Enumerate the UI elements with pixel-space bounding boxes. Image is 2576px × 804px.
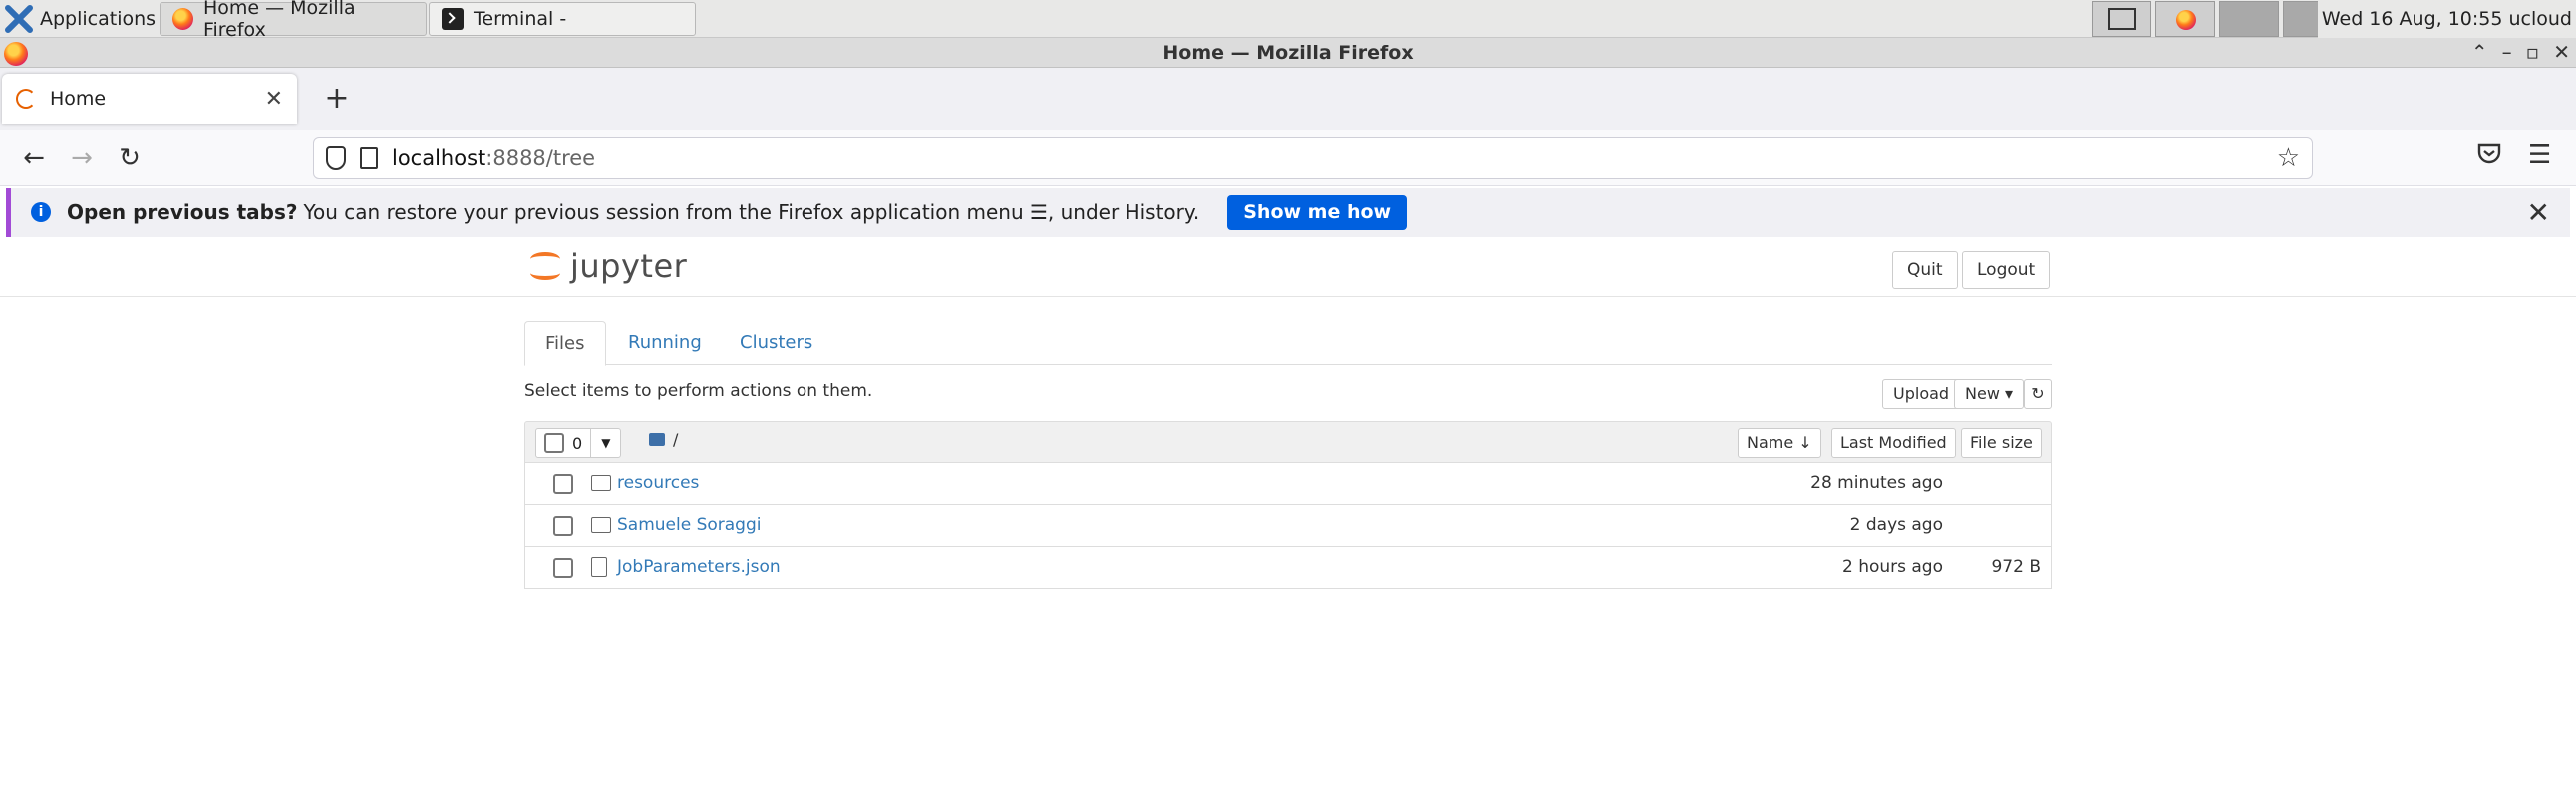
tab-files[interactable]: Files — [524, 321, 606, 366]
taskbar-item-label: Terminal - — [474, 8, 567, 30]
select-all-checkbox[interactable]: 0 — [536, 429, 590, 457]
item-checkbox[interactable] — [553, 474, 573, 494]
folder-icon — [591, 517, 611, 533]
tab-label: Home — [50, 88, 107, 110]
file-list-header: 0 ▼ / Name ↓ Last Modified File size — [524, 421, 2052, 463]
selected-count: 0 — [572, 433, 583, 453]
taskbar-item-firefox[interactable]: Home — Mozilla Firefox — [160, 0, 427, 41]
system-taskbar: Applications Home — Mozilla Firefox Term… — [0, 0, 2576, 41]
pocket-icon[interactable] — [2476, 140, 2502, 173]
firefox-icon — [2176, 10, 2196, 30]
window-icon — [2108, 8, 2136, 30]
item-modified: 2 days ago — [1849, 515, 1943, 535]
item-checkbox[interactable] — [553, 558, 573, 578]
workspace-1[interactable] — [2092, 1, 2151, 37]
notification-text: You can restore your previous session fr… — [303, 201, 1200, 224]
jupyter-logo[interactable]: jupyter — [528, 247, 687, 285]
refresh-button[interactable]: ↻ — [2024, 379, 2052, 409]
xfce-logo-icon — [5, 5, 33, 33]
window-controls: ⌃ – ▫ ✕ — [2471, 40, 2570, 64]
selection-hint: Select items to perform actions on them. — [524, 381, 873, 401]
show-me-how-button[interactable]: Show me how — [1227, 195, 1408, 230]
jupyter-header: jupyter Quit Logout — [0, 239, 2576, 297]
close-icon[interactable]: ✕ — [2553, 40, 2570, 64]
clock[interactable]: Wed 16 Aug, 10:55 ucloud — [2317, 0, 2576, 38]
refresh-icon: ↻ — [2031, 384, 2045, 403]
jupyter-orb-icon — [528, 248, 564, 284]
tracking-protection-icon[interactable] — [326, 146, 346, 170]
navigation-bar: ← → ↻ localhost:8888/tree ☆ ☰ — [0, 130, 2576, 186]
taskbar-item-label: Home — Mozilla Firefox — [202, 0, 356, 41]
terminal-icon — [442, 8, 464, 30]
item-name-link[interactable]: JobParameters.json — [617, 557, 781, 577]
checkbox[interactable] — [544, 433, 564, 453]
url-text[interactable]: localhost:8888/tree — [392, 146, 595, 170]
notification-title: Open previous tabs? — [67, 201, 298, 224]
item-modified: 28 minutes ago — [1810, 473, 1943, 493]
window-title: Home — Mozilla Firefox — [1162, 42, 1414, 64]
forward-icon[interactable]: → — [64, 140, 100, 176]
tab-home[interactable]: Home ✕ — [2, 74, 297, 124]
applications-label: Applications — [40, 8, 157, 30]
new-dropdown-button[interactable]: New ▾ — [1954, 379, 2025, 409]
window-titlebar: Home — Mozilla Firefox ⌃ – ▫ ✕ — [0, 38, 2576, 68]
tab-close-icon[interactable]: ✕ — [265, 87, 283, 112]
reload-icon[interactable]: ↻ — [112, 140, 148, 176]
tab-running[interactable]: Running — [608, 321, 722, 365]
item-size: 972 B — [1991, 557, 2041, 577]
taskbar-item-terminal[interactable]: Terminal - — [429, 2, 696, 36]
breadcrumb-root[interactable]: / — [673, 430, 678, 449]
quit-button[interactable]: Quit — [1892, 251, 1958, 289]
app-menu-icon[interactable]: ☰ — [2528, 140, 2551, 170]
list-item[interactable]: Samuele Soraggi 2 days ago — [524, 505, 2052, 547]
applications-menu[interactable]: Applications — [4, 3, 156, 35]
loading-icon — [16, 89, 36, 109]
page-info-icon[interactable] — [360, 147, 378, 169]
jupyter-tabs: Files Running Clusters — [524, 321, 2052, 366]
minimize-icon[interactable]: – — [2502, 40, 2512, 64]
sort-by-size-button[interactable]: File size — [1961, 428, 2042, 458]
tab-clusters[interactable]: Clusters — [720, 321, 832, 365]
item-name-link[interactable]: resources — [617, 473, 699, 493]
folder-icon — [649, 433, 665, 446]
sort-by-name-button[interactable]: Name ↓ — [1738, 428, 1821, 458]
folder-icon — [591, 475, 611, 491]
back-icon[interactable]: ← — [16, 140, 52, 176]
firefox-icon — [172, 8, 193, 30]
info-icon: i — [31, 202, 51, 222]
browser-tabbar: Home ✕ + — [0, 68, 2576, 130]
select-dropdown-caret-icon[interactable]: ▼ — [590, 429, 620, 457]
breadcrumb[interactable]: / — [649, 430, 678, 449]
workspace-3[interactable] — [2219, 1, 2279, 37]
item-modified: 2 hours ago — [1841, 557, 1943, 577]
list-item[interactable]: JobParameters.json 2 hours ago 972 B — [524, 547, 2052, 589]
url-bar[interactable]: localhost:8888/tree ☆ — [313, 137, 2313, 179]
workspace-switcher — [2092, 1, 2343, 37]
new-tab-button[interactable]: + — [317, 80, 357, 120]
file-icon — [591, 557, 607, 577]
logout-button[interactable]: Logout — [1962, 251, 2051, 289]
url-path: :8888/tree — [485, 146, 596, 170]
sort-by-modified-button[interactable]: Last Modified — [1831, 428, 1956, 458]
jupyter-logo-text: jupyter — [570, 247, 688, 285]
workspace-2[interactable] — [2155, 1, 2215, 37]
bookmark-star-icon[interactable]: ☆ — [2277, 143, 2300, 173]
url-host: localhost — [392, 146, 486, 170]
shade-icon[interactable]: ⌃ — [2471, 40, 2488, 64]
maximize-icon[interactable]: ▫ — [2526, 40, 2540, 64]
notification-close-icon[interactable]: ✕ — [2527, 197, 2550, 229]
item-name-link[interactable]: Samuele Soraggi — [617, 515, 762, 535]
select-all-group: 0 ▼ — [535, 428, 622, 458]
upload-button[interactable]: Upload — [1882, 379, 1961, 409]
item-checkbox[interactable] — [553, 516, 573, 536]
session-restore-notification: i Open previous tabs? You can restore yo… — [6, 188, 2570, 237]
list-item[interactable]: resources 28 minutes ago — [524, 463, 2052, 505]
